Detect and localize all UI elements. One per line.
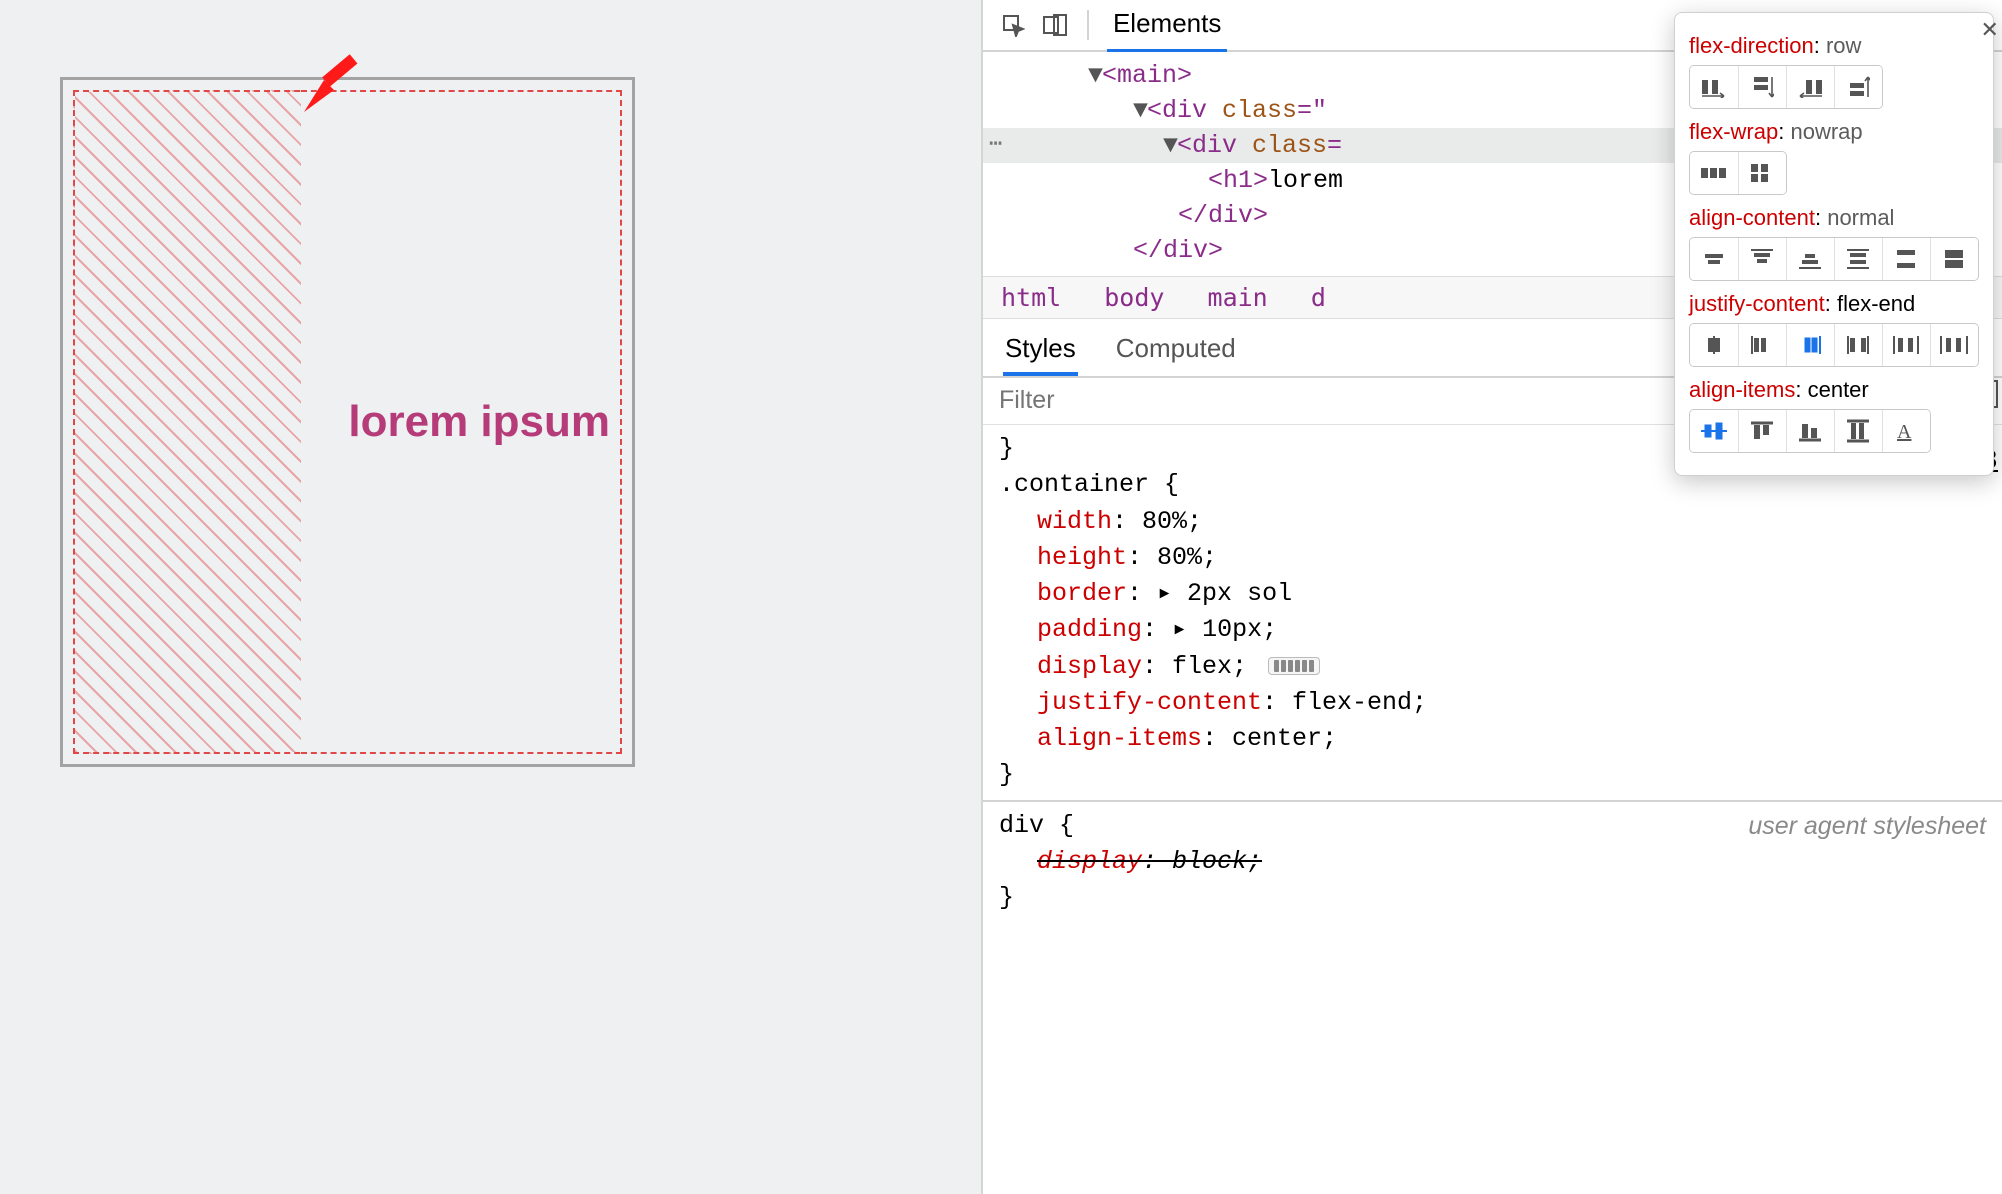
preview-heading: lorem ipsum xyxy=(348,397,610,447)
align-items-options: A xyxy=(1689,409,1931,453)
align-content-flex-start[interactable] xyxy=(1738,238,1786,280)
align-items-stretch[interactable] xyxy=(1834,410,1882,452)
css-rules[interactable]: } .container { width: 80%; height: 80%; … xyxy=(983,425,2002,926)
align-items-center[interactable] xyxy=(1690,410,1738,452)
align-content-space-around[interactable] xyxy=(1834,238,1882,280)
inspect-icon[interactable] xyxy=(999,11,1027,39)
tab-elements[interactable]: Elements xyxy=(1107,0,1227,52)
page-preview: lorem ipsum xyxy=(0,0,981,1194)
align-content-stretch[interactable] xyxy=(1930,238,1978,280)
align-content-center[interactable] xyxy=(1690,238,1738,280)
tab-styles[interactable]: Styles xyxy=(1003,325,1078,376)
flex-wrap-nowrap[interactable] xyxy=(1690,152,1738,194)
align-content-flex-end[interactable] xyxy=(1786,238,1834,280)
flex-direction-column-reverse[interactable] xyxy=(1834,66,1882,108)
align-content-space-between[interactable] xyxy=(1882,238,1930,280)
flex-wrap-wrap[interactable] xyxy=(1738,152,1786,194)
align-items-baseline[interactable]: A xyxy=(1882,410,1930,452)
open-flex-editor-badge[interactable] xyxy=(1268,657,1320,675)
flex-direction-row-reverse[interactable] xyxy=(1786,66,1834,108)
flex-direction-row[interactable] xyxy=(1690,66,1738,108)
justify-content-space-around[interactable] xyxy=(1882,324,1930,366)
justify-content-options xyxy=(1689,323,1979,367)
flexbox-editor-popover: ✕ flex-direction: row flex-wrap xyxy=(1674,12,1994,476)
align-content-options xyxy=(1689,237,1979,281)
tab-computed[interactable]: Computed xyxy=(1114,325,1238,376)
justify-content-space-evenly[interactable] xyxy=(1930,324,1978,366)
arrow-annotation-freespace xyxy=(296,54,366,124)
align-items-flex-start[interactable] xyxy=(1738,410,1786,452)
devtools-panel: Elements ▼<main> ▼<div class=" ▼<div cla… xyxy=(981,0,2002,1194)
device-toggle-icon[interactable] xyxy=(1041,11,1069,39)
overridden-declaration: display: block; xyxy=(999,844,1986,880)
justify-content-center[interactable] xyxy=(1690,324,1738,366)
justify-content-flex-end[interactable] xyxy=(1786,324,1834,366)
flex-wrap-options xyxy=(1689,151,1787,195)
flex-direction-options xyxy=(1689,65,1883,109)
align-items-flex-end[interactable] xyxy=(1786,410,1834,452)
toolbar-separator xyxy=(1087,10,1089,40)
popover-close-icon[interactable]: ✕ xyxy=(1981,17,1999,43)
flex-direction-column[interactable] xyxy=(1738,66,1786,108)
justify-content-space-between[interactable] xyxy=(1834,324,1882,366)
container-preview: lorem ipsum xyxy=(60,77,635,767)
justify-content-flex-start[interactable] xyxy=(1738,324,1786,366)
svg-text:A: A xyxy=(1897,421,1912,442)
